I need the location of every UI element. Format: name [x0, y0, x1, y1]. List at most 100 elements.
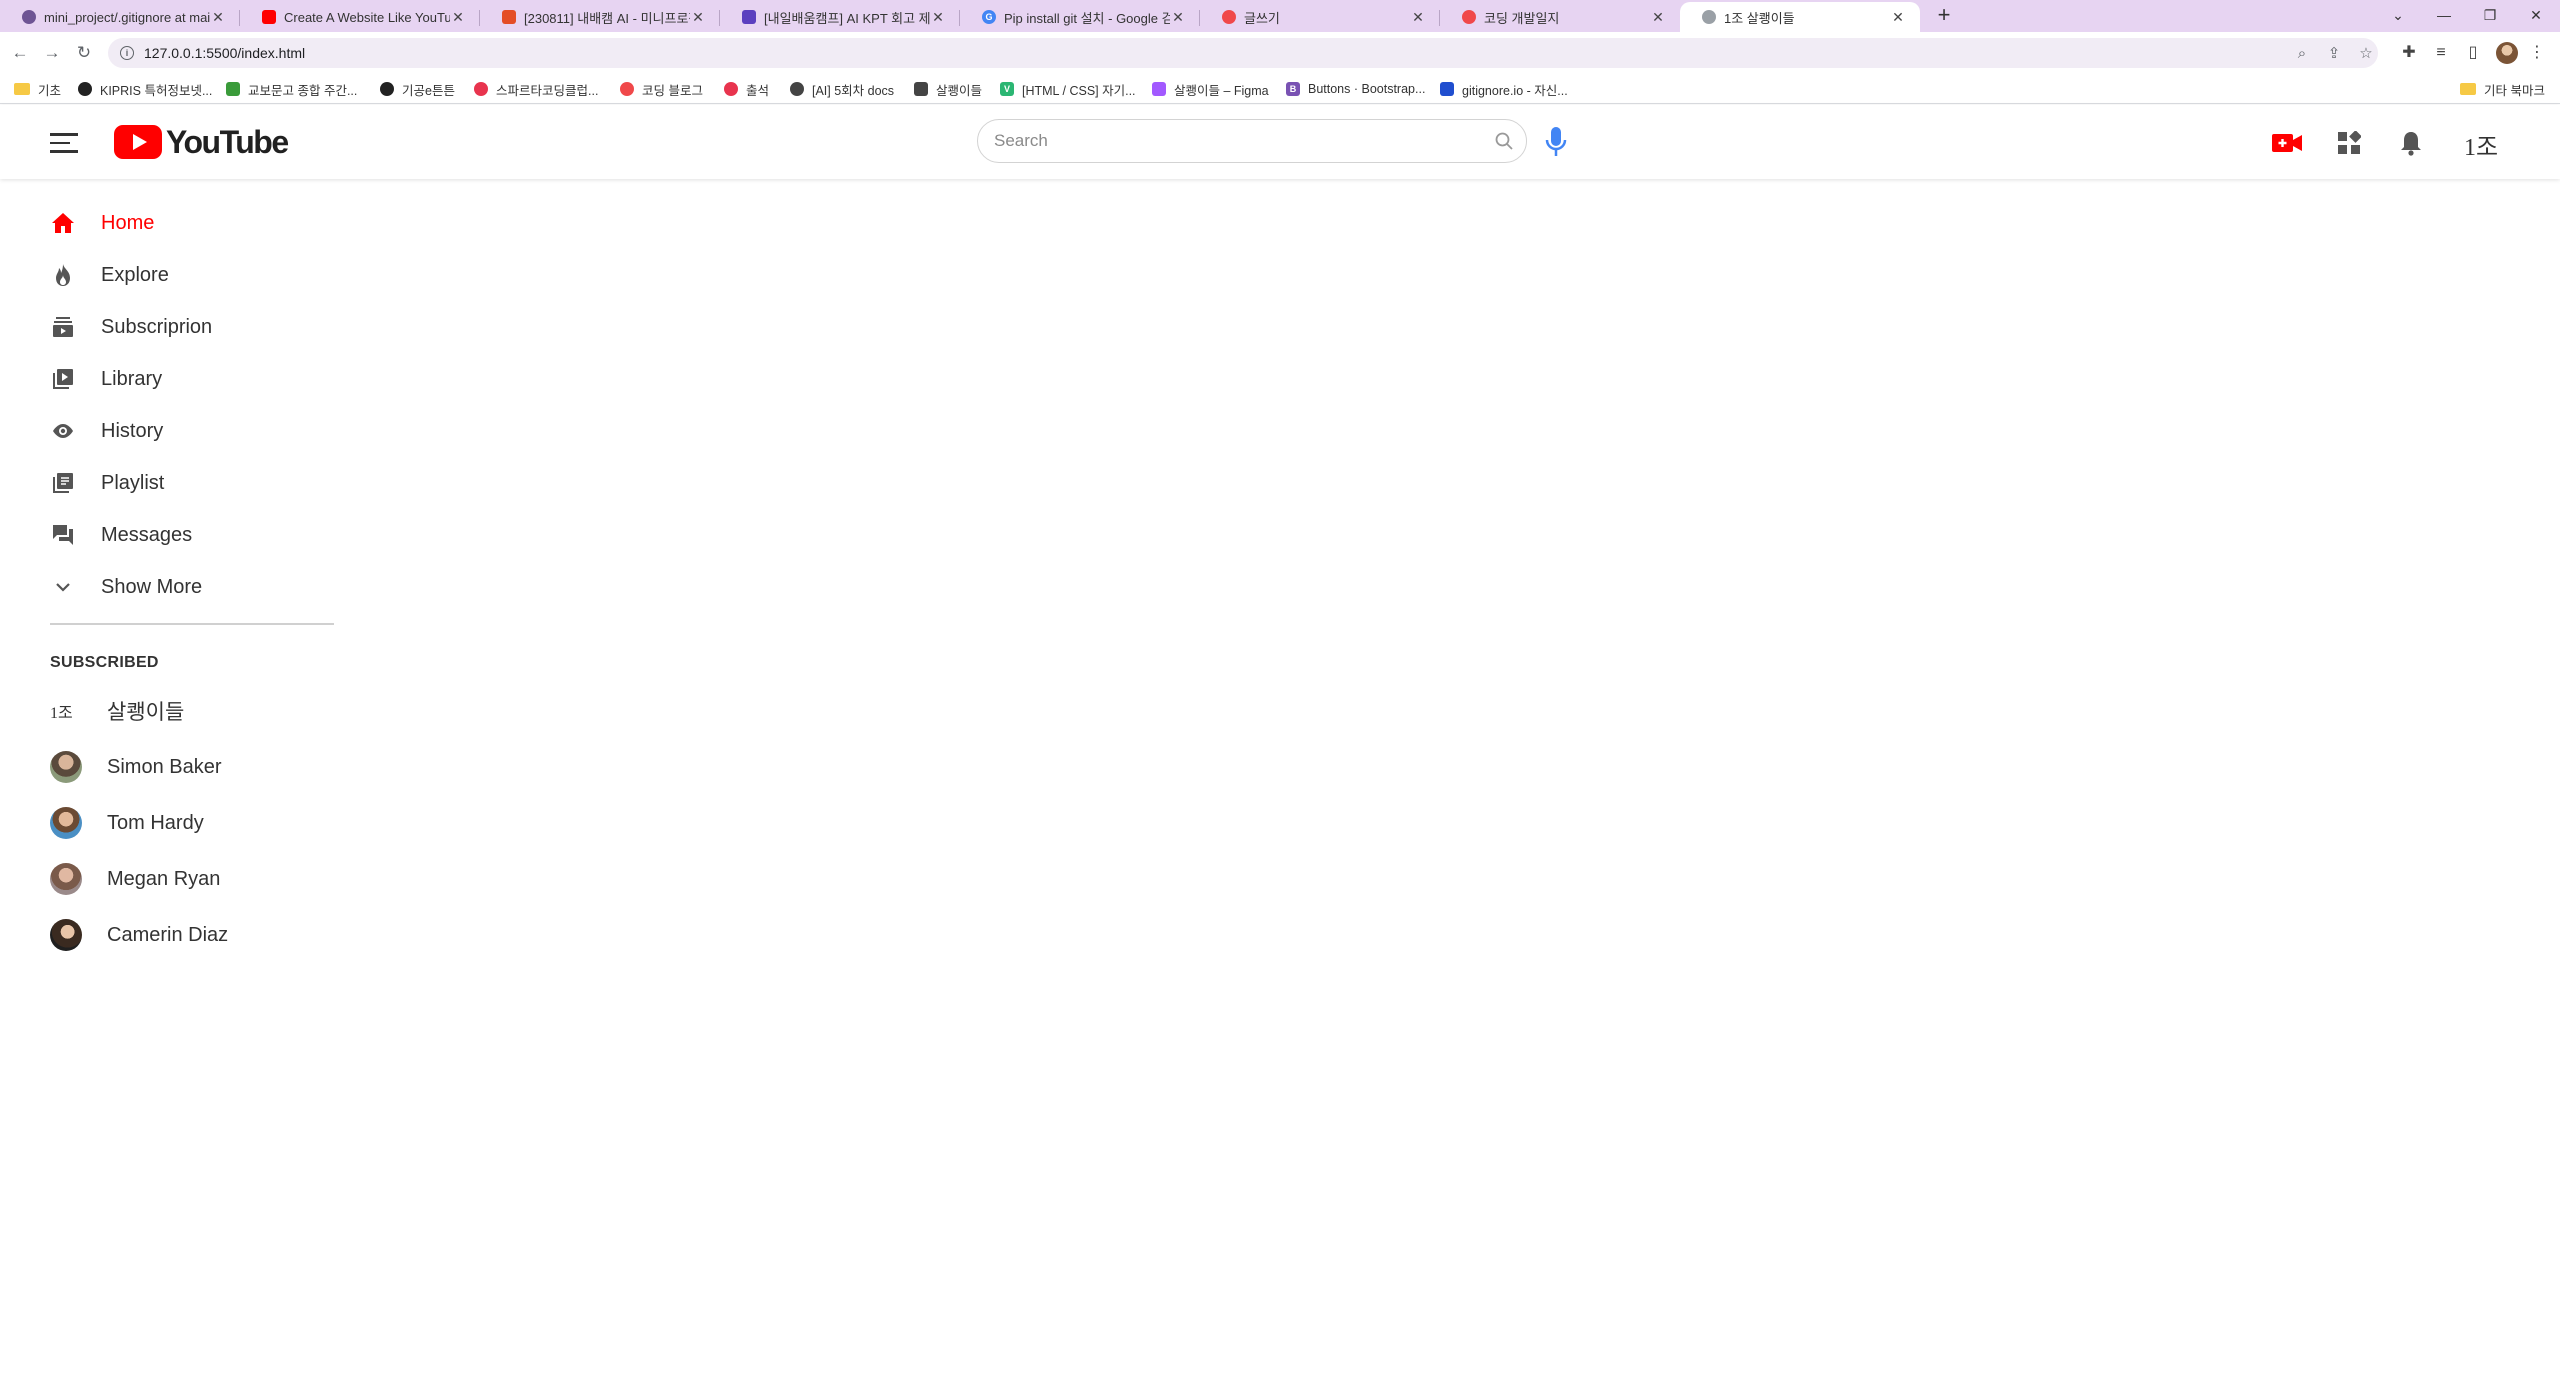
sidebar-item-library[interactable]: Library [50, 359, 340, 399]
close-tab-icon[interactable]: ✕ [690, 9, 706, 26]
zoom-icon[interactable]: ⌕ [2292, 44, 2312, 64]
browser-toolbar: ← → ↻ i 127.0.0.1:5500/index.html ⌕ ⇪ ☆ … [0, 32, 2560, 74]
notion-icon [742, 10, 756, 24]
flame-icon [790, 82, 804, 96]
close-tab-icon[interactable]: ✕ [1890, 9, 1906, 26]
channel-prefix: 1조 [50, 705, 73, 722]
close-tab-icon[interactable]: ✕ [210, 9, 226, 26]
bookmark-item[interactable]: 출석 [724, 78, 769, 100]
kipris-icon [78, 82, 92, 96]
sidebar-item-messages[interactable]: Messages [50, 515, 340, 555]
close-tab-icon[interactable]: ✕ [1170, 9, 1186, 26]
kyobo-icon [226, 82, 240, 96]
close-window-icon[interactable]: ✕ [2524, 4, 2548, 28]
globe-icon [1702, 10, 1716, 24]
search-icon[interactable] [1482, 121, 1526, 161]
sidebar-item-history[interactable]: History [50, 411, 340, 451]
sidebar-divider [50, 623, 334, 625]
subscriptions-icon [50, 314, 76, 340]
eye-icon [50, 418, 76, 444]
google-icon: G [982, 10, 996, 24]
bookmark-folder[interactable]: 기초 [14, 78, 61, 100]
bookmark-item[interactable]: 살쾡이들 – Figma [1152, 78, 1269, 100]
microphone-icon[interactable] [1543, 125, 1569, 159]
bookmarks-bar: 기초 KIPRIS 특허정보넷... 교보문고 종합 주간... 기공e튼튼 스… [0, 74, 2560, 104]
bookmark-item[interactable]: 살쾡이들 [914, 78, 982, 100]
close-tab-icon[interactable]: ✕ [1650, 9, 1666, 26]
bookmark-item[interactable]: 스파르타코딩클럽... [474, 78, 598, 100]
reload-icon[interactable]: ↻ [72, 41, 96, 65]
bookmark-item[interactable]: V [HTML / CSS] 자기... [1000, 78, 1136, 100]
menu-kebab-icon[interactable]: ⋮ [2526, 42, 2548, 64]
close-tab-icon[interactable]: ✕ [1410, 9, 1426, 26]
youtube-logo[interactable]: YouTube [114, 124, 289, 160]
tab-search-chevron-icon[interactable]: ⌄ [2386, 4, 2410, 28]
browser-tab[interactable]: 코딩 개발일지 ✕ [1440, 2, 1680, 32]
profile-avatar[interactable] [2496, 42, 2518, 64]
tistory-icon [620, 82, 634, 96]
sidebar-item-show-more[interactable]: Show More [50, 567, 340, 607]
subscription-item[interactable]: Camerin Diaz [50, 918, 228, 952]
subscription-item[interactable]: Megan Ryan [50, 862, 220, 896]
sidebar-item-home[interactable]: Home [50, 203, 340, 243]
cat-icon [914, 82, 928, 96]
playlist-icon [50, 470, 76, 496]
library-icon [50, 366, 76, 392]
back-arrow-icon[interactable]: ← [8, 41, 32, 65]
share-icon[interactable]: ⇪ [2324, 44, 2344, 64]
forward-arrow-icon[interactable]: → [40, 41, 64, 65]
browser-tab[interactable]: 글쓰기 ✕ [1200, 2, 1440, 32]
figma-icon [1152, 82, 1166, 96]
browser-tab[interactable]: [230811] 내배캠 AI - 미니프로젝 ✕ [480, 2, 720, 32]
search-bar [977, 119, 1527, 163]
avatar [50, 751, 82, 783]
bookmark-item[interactable]: 기공e튼튼 [380, 78, 455, 100]
browser-tab[interactable]: mini_project/.gitignore at main ✕ [0, 2, 240, 32]
close-tab-icon[interactable]: ✕ [450, 9, 466, 26]
other-bookmarks[interactable]: 기타 북마크 [2460, 78, 2545, 100]
sidebar-item-subscription[interactable]: Subscriprion [50, 307, 340, 347]
user-account-label[interactable]: 1조 [2464, 127, 2498, 162]
bookmark-item[interactable]: KIPRIS 특허정보넷... [78, 78, 212, 100]
fire-icon [50, 262, 76, 288]
avatar [50, 863, 82, 895]
browser-tab-active[interactable]: 1조 살쾡이들 ✕ [1680, 2, 1920, 32]
bookmark-item[interactable]: gitignore.io - 자신... [1440, 78, 1568, 100]
bootstrap-icon: B [1286, 82, 1300, 96]
browser-tab-strip: mini_project/.gitignore at main ✕ Create… [0, 0, 2560, 32]
address-bar[interactable]: i 127.0.0.1:5500/index.html ⌕ ⇪ ☆ [108, 38, 2378, 68]
messages-icon [50, 522, 76, 548]
sidebar-item-explore[interactable]: Explore [50, 255, 340, 295]
bookmark-item[interactable]: 코딩 블로그 [620, 78, 703, 100]
minimize-icon[interactable]: — [2432, 4, 2456, 28]
close-tab-icon[interactable]: ✕ [930, 9, 946, 26]
sparta-icon [502, 10, 516, 24]
create-video-icon[interactable] [2270, 127, 2304, 159]
youtube-icon [262, 10, 276, 24]
extensions-puzzle-icon[interactable]: ✚ [2398, 42, 2420, 64]
notifications-bell-icon[interactable] [2396, 127, 2426, 159]
reading-list-icon[interactable]: ≡ [2430, 42, 2452, 64]
tistory-icon [1222, 10, 1236, 24]
browser-tab[interactable]: Create A Website Like YouTube ✕ [240, 2, 480, 32]
subscription-item[interactable]: Simon Baker [50, 750, 222, 784]
url-text: 127.0.0.1:5500/index.html [144, 45, 306, 61]
browser-tab[interactable]: [내일배움캠프] AI KPT 회고 제출 ✕ [720, 2, 960, 32]
bookmark-item[interactable]: 교보문고 종합 주간... [226, 78, 357, 100]
sparta-icon [474, 82, 488, 96]
apps-grid-icon[interactable] [2334, 127, 2364, 159]
browser-tab[interactable]: G Pip install git 설치 - Google 검색 ✕ [960, 2, 1200, 32]
search-input[interactable] [978, 121, 1482, 161]
restore-icon[interactable]: ❐ [2478, 4, 2502, 28]
subscription-item[interactable]: 1조 살쾡이들 [50, 694, 184, 728]
site-info-icon[interactable]: i [120, 46, 134, 60]
new-tab-plus-icon[interactable]: + [1932, 4, 1956, 28]
side-panel-icon[interactable]: ▯ [2462, 42, 2484, 64]
github-icon [22, 10, 36, 24]
sidebar-item-playlist[interactable]: Playlist [50, 463, 340, 503]
bookmark-item[interactable]: B Buttons · Bootstrap... [1286, 78, 1425, 100]
hamburger-menu-icon[interactable] [50, 133, 78, 153]
bookmark-item[interactable]: [AI] 5회차 docs [790, 78, 894, 100]
bookmark-star-icon[interactable]: ☆ [2356, 44, 2376, 64]
subscription-item[interactable]: Tom Hardy [50, 806, 204, 840]
